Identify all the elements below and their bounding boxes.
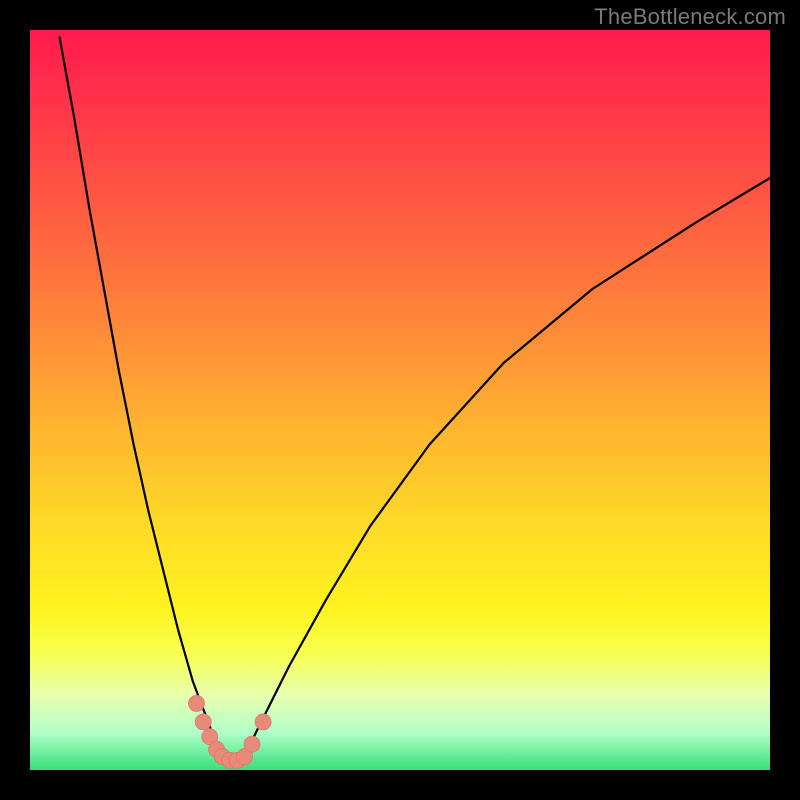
data-marker	[188, 695, 204, 711]
bottleneck-svg	[30, 30, 770, 770]
data-marker	[244, 736, 260, 752]
data-marker	[195, 714, 211, 730]
watermark-text: TheBottleneck.com	[594, 4, 786, 30]
bottleneck-curve	[60, 37, 770, 762]
marker-group	[188, 695, 271, 768]
data-marker	[255, 714, 271, 730]
plot-area	[30, 30, 770, 770]
chart-frame: TheBottleneck.com	[0, 0, 800, 800]
